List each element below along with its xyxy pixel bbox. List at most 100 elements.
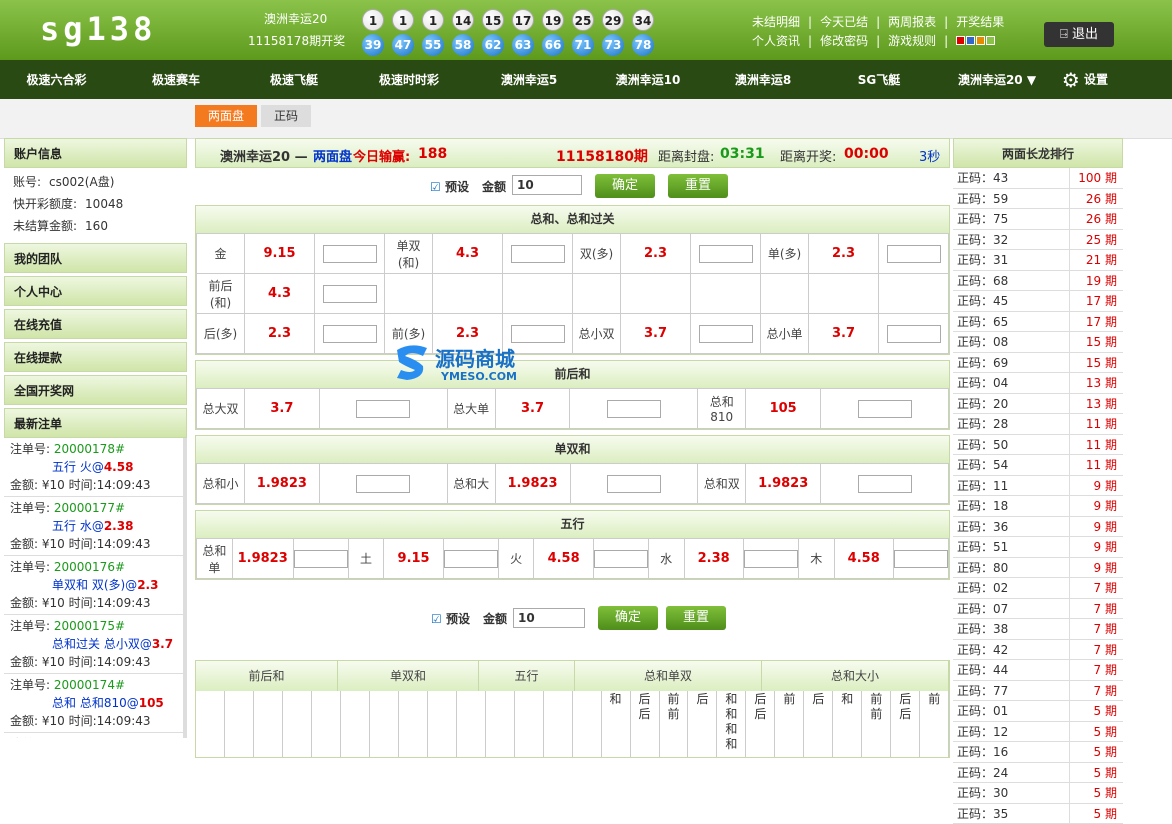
history-cell: 和	[602, 691, 631, 757]
bet-input[interactable]	[511, 245, 565, 263]
bet-input-cell[interactable]	[691, 234, 761, 274]
play-odds: 3.7	[495, 389, 570, 429]
bet-input[interactable]	[607, 475, 661, 493]
confirm-button[interactable]: 确定	[595, 174, 655, 198]
top-link[interactable]: 游戏规则	[888, 32, 936, 51]
preset-checkbox[interactable]: ☑ 预设	[430, 178, 469, 195]
bet-input-cell[interactable]	[879, 234, 949, 274]
section-wuxing: 五行 总和单1.9823土9.15火4.58水2.38木4.58	[195, 510, 950, 580]
bet-input[interactable]	[356, 400, 410, 418]
bet-input-cell[interactable]	[691, 314, 761, 354]
bet-input-cell[interactable]	[319, 464, 447, 504]
top-link[interactable]: 两周报表	[888, 13, 936, 32]
top-link[interactable]: 开奖结果	[956, 13, 1004, 32]
left-menu-item[interactable]: 在线充值	[4, 309, 187, 339]
bet-input[interactable]	[511, 325, 565, 343]
play-label: 总和810	[698, 389, 746, 429]
bet-input-cell[interactable]	[443, 539, 498, 579]
logout-button[interactable]: ⍈ 退出	[1044, 22, 1114, 47]
nav-item[interactable]: 澳洲幸运8	[707, 71, 819, 88]
long-dragon-row: 正码：5926 期	[953, 189, 1123, 210]
long-dragon-row: 正码：427 期	[953, 640, 1123, 661]
bet-input-cell[interactable]	[879, 314, 949, 354]
long-dragon-row: 正码：0815 期	[953, 332, 1123, 353]
top-link[interactable]: 今天已结	[820, 13, 868, 32]
play-odds: 1.9823	[746, 464, 821, 504]
bet-input[interactable]	[699, 245, 753, 263]
bet-input-cell[interactable]	[593, 539, 648, 579]
history-cell	[486, 691, 515, 757]
bet-input[interactable]	[858, 475, 912, 493]
bet-input[interactable]	[356, 475, 410, 493]
long-dragon-row: 正码：809 期	[953, 558, 1123, 579]
nav-item[interactable]: 澳洲幸运10	[589, 71, 707, 88]
bet-input-cell[interactable]	[570, 464, 698, 504]
main-panel: 澳洲幸运20 — 两面盘 今日输赢: 188 11158180期 距离封盘: 0…	[195, 138, 950, 758]
nav-item[interactable]: 极速时时彩	[349, 71, 469, 88]
nav-item[interactable]: 极速飞艇	[239, 71, 349, 88]
refresh-interval[interactable]: 3秒	[919, 146, 940, 165]
nav-item[interactable]: 极速六合彩	[0, 71, 113, 88]
recent-bets[interactable]: 注单号: 20000178#五行 火@4.58金额: ¥10 时间:14:09:…	[4, 438, 187, 738]
bet-input-cell[interactable]	[743, 539, 798, 579]
reset-button[interactable]: 重置	[668, 174, 728, 198]
bet-input[interactable]	[887, 325, 941, 343]
play-odds: 4.58	[534, 539, 593, 579]
history-header: 总和单双	[575, 661, 762, 691]
confirm-button-bottom[interactable]: 确定	[598, 606, 658, 630]
nav-item[interactable]: 澳洲幸运5	[469, 71, 589, 88]
bet-input-cell[interactable]	[503, 234, 573, 274]
bet-input[interactable]	[744, 550, 798, 568]
amount-input[interactable]: 10	[512, 175, 582, 195]
bet-input[interactable]	[858, 400, 912, 418]
nav-item[interactable]: ⚙ 设置	[1055, 68, 1115, 92]
long-dragon-row: 正码：0413 期	[953, 373, 1123, 394]
result-ball: 55	[422, 34, 444, 56]
nav-item[interactable]: SG飞艇	[819, 71, 939, 88]
lottery-name: 澳洲幸运20	[264, 10, 327, 27]
bet-input-cell[interactable]	[893, 539, 948, 579]
bet-input[interactable]	[444, 550, 498, 568]
play-odds: 1.9823	[244, 464, 319, 504]
bet-input-cell[interactable]	[821, 464, 949, 504]
bet-input[interactable]	[294, 550, 348, 568]
bet-input[interactable]	[594, 550, 648, 568]
preset-checkbox-bottom[interactable]: ☑ 预设	[431, 610, 470, 627]
bet-input-cell[interactable]	[319, 389, 447, 429]
nav-item[interactable]: 澳洲幸运20 ▼	[939, 71, 1055, 88]
tab-zhengma[interactable]: 正码	[261, 105, 311, 127]
nav-item[interactable]: 极速赛车	[113, 71, 239, 88]
top-link[interactable]: 未结明细	[752, 13, 800, 32]
theme-color-picker[interactable]	[956, 32, 996, 51]
play-odds: 2.3	[621, 234, 691, 274]
bet-input[interactable]	[699, 325, 753, 343]
left-menu-item[interactable]: 我的团队	[4, 243, 187, 273]
bet-input-cell[interactable]	[293, 539, 348, 579]
left-menu-item[interactable]: 个人中心	[4, 276, 187, 306]
credit-value: 10048	[85, 197, 123, 211]
gear-icon: ⚙	[1062, 68, 1080, 92]
play-odds: 4.3	[433, 234, 503, 274]
amount-input-bottom[interactable]: 10	[513, 608, 585, 628]
info-win-label: 今日输赢:	[353, 146, 410, 165]
bet-input[interactable]	[323, 245, 377, 263]
bet-input-cell[interactable]	[315, 234, 385, 274]
bet-input-cell[interactable]	[821, 389, 949, 429]
reset-button-bottom[interactable]: 重置	[666, 606, 726, 630]
bet-input-cell[interactable]	[315, 274, 385, 314]
bet-input[interactable]	[607, 400, 661, 418]
bet-input-cell[interactable]	[570, 389, 698, 429]
history-cell	[341, 691, 370, 757]
watermark-cn: 源码商城	[435, 347, 515, 371]
tab-two-side[interactable]: 两面盘	[195, 105, 257, 127]
top-link[interactable]: 个人资讯	[752, 32, 800, 51]
bet-input[interactable]	[323, 285, 377, 303]
bet-input[interactable]	[323, 325, 377, 343]
result-ball: 73	[602, 34, 624, 56]
left-menu-item[interactable]: 全国开奖网	[4, 375, 187, 405]
left-menu-item[interactable]: 在线提款	[4, 342, 187, 372]
top-link[interactable]: 修改密码	[820, 32, 868, 51]
bet-input[interactable]	[894, 550, 948, 568]
bet-input-cell[interactable]	[315, 314, 385, 354]
bet-input[interactable]	[887, 245, 941, 263]
